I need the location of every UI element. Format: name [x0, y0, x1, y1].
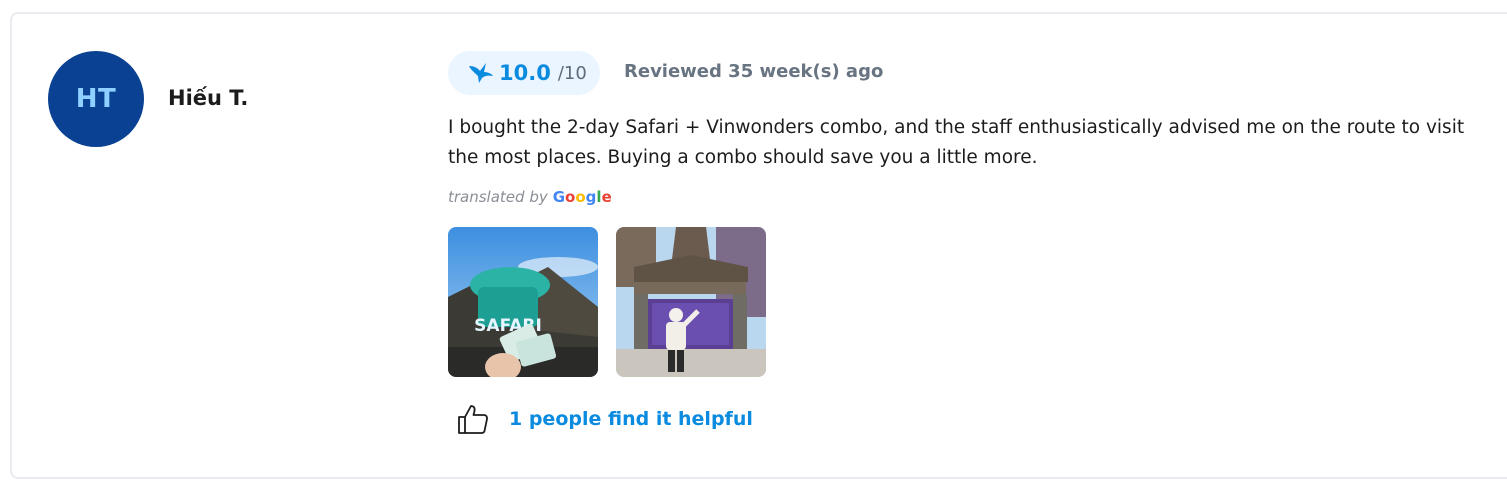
- helpful-row[interactable]: 1 people find it helpful: [456, 402, 753, 436]
- review-photo-castle[interactable]: [616, 227, 766, 377]
- review-text: I bought the 2-day Safari + Vinwonders c…: [448, 117, 1465, 168]
- helpful-count-link[interactable]: 1 people find it helpful: [509, 408, 753, 430]
- bird-logo-icon: [469, 63, 493, 83]
- thumbs-up-icon[interactable]: [456, 402, 490, 436]
- reviewer-name: Hiếu T.: [168, 86, 249, 110]
- rating-scale: /10: [557, 62, 587, 84]
- translated-by-label: translated by: [448, 188, 548, 206]
- review-photo-safari[interactable]: SAFARI: [448, 227, 598, 377]
- avatar-initials: HT: [75, 84, 117, 114]
- castle-photo-image: [616, 227, 766, 377]
- review-date: Reviewed 35 week(s) ago: [624, 61, 884, 82]
- translated-by: translated by Google: [448, 188, 612, 206]
- safari-photo-image: SAFARI: [448, 227, 598, 377]
- google-logo: Google: [552, 188, 612, 206]
- rating-score: 10.0: [499, 61, 551, 85]
- avatar: HT: [48, 51, 144, 147]
- rating-badge: 10.0 /10: [448, 51, 600, 95]
